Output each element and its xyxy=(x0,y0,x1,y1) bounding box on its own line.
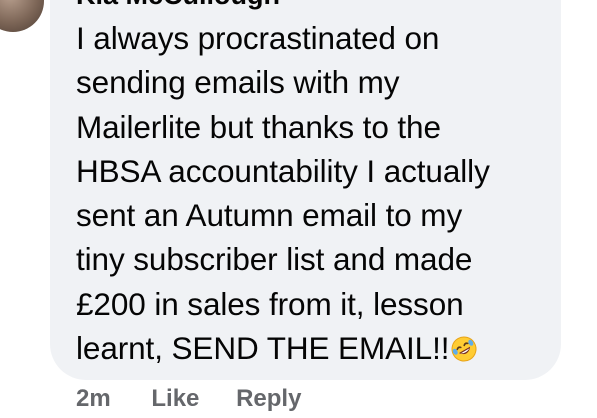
comment-actions: 2m Like Reply xyxy=(76,385,331,413)
comment-screen: Kia McCullough I always procrastinated o… xyxy=(0,0,597,418)
comment-line: HBSA accountability I actually xyxy=(76,152,490,189)
comment-author-name[interactable]: Kia McCullough xyxy=(76,0,280,9)
comment-line-last-text: learnt, SEND THE EMAIL!! xyxy=(76,330,450,367)
comment-line: sent an Autumn email to my xyxy=(76,197,463,234)
comment-line: Mailerlite but thanks to the xyxy=(76,108,441,145)
like-button[interactable]: Like xyxy=(151,385,199,412)
comment-line: I always procrastinated on xyxy=(76,20,440,56)
comment-text: I always procrastinated on sending email… xyxy=(76,16,546,370)
comment-line-last: learnt, SEND THE EMAIL!! xyxy=(76,326,546,370)
avatar[interactable] xyxy=(0,0,44,32)
reply-button[interactable]: Reply xyxy=(236,385,301,412)
rolling-on-floor-laughing-emoji-icon xyxy=(450,330,478,362)
comment-line: sending emails with my xyxy=(76,64,400,101)
comment-line: tiny subscriber list and made xyxy=(76,241,473,278)
comment-line: £200 in sales from it, lesson xyxy=(76,285,464,322)
comment-timestamp[interactable]: 2m xyxy=(76,385,111,412)
